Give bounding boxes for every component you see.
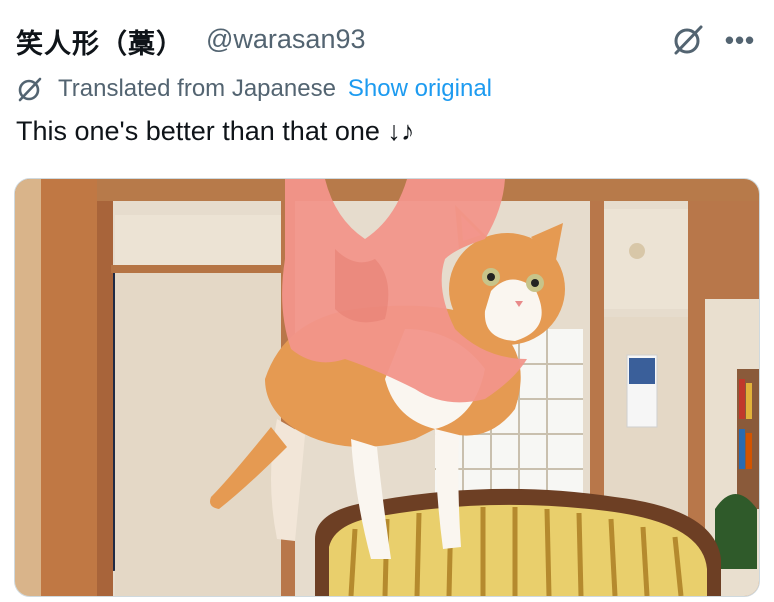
grok-button[interactable]: [670, 22, 706, 58]
tweet-photo[interactable]: [14, 178, 760, 597]
user-handle[interactable]: @warasan93: [206, 24, 366, 55]
more-icon: •••: [724, 24, 756, 55]
show-original-link[interactable]: Show original: [348, 75, 492, 103]
grok-icon: [674, 25, 703, 55]
cat-in-sling-photo: [15, 179, 759, 596]
translation-notice: Translated from Japanese Show original: [16, 72, 492, 106]
tweet-header: 笑人形（藁） @warasan93 •••: [16, 22, 758, 62]
display-name[interactable]: 笑人形（藁）: [16, 22, 184, 61]
translation-label: Translated from Japanese: [58, 75, 336, 102]
translate-icon: [18, 77, 42, 102]
more-button[interactable]: •••: [722, 22, 758, 58]
tweet-text: This one's better than that one ↓♪: [16, 116, 415, 146]
